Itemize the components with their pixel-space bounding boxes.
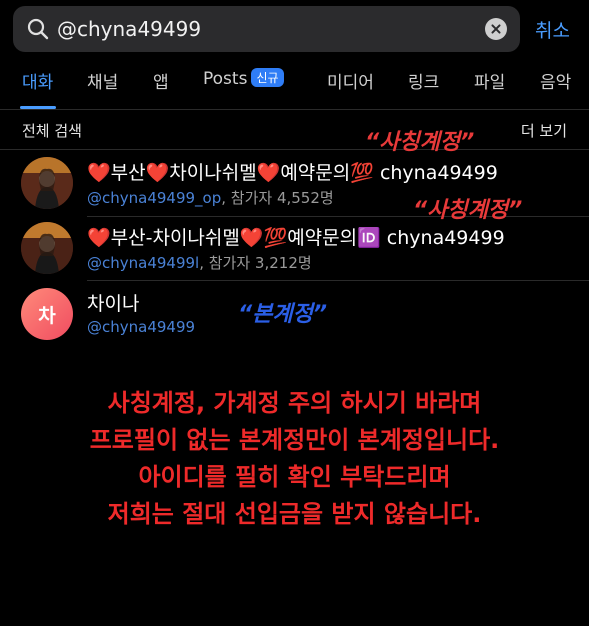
divider	[0, 109, 589, 110]
avatar	[21, 222, 73, 274]
result-subtitle: @chyna49499_op, 참가자 4,552명	[87, 187, 334, 208]
notice-line: 프로필이 없는 본계정만이 본계정입니다.	[89, 426, 500, 454]
tab-posts[interactable]: Posts 신규	[203, 68, 284, 89]
tab-media[interactable]: 미디어	[327, 68, 374, 93]
search-bar[interactable]: @chyna49499	[13, 6, 520, 52]
clear-icon[interactable]	[485, 18, 507, 40]
tab-links[interactable]: 링크	[408, 68, 439, 93]
result-title: ❤️부산❤️차이나쉬멜❤️예약문의💯 chyna49499	[87, 162, 498, 184]
result-member-count: , 참가자 3,212명	[199, 254, 312, 272]
section-title: 전체 검색	[22, 122, 82, 140]
search-icon	[27, 18, 49, 40]
see-more-link[interactable]: 더 보기	[521, 120, 567, 141]
new-badge: 신규	[251, 68, 284, 87]
search-result-row[interactable]: ❤️부산-차이나쉬멜❤️💯예약문의🆔 chyna49499 @chyna4949…	[0, 217, 589, 279]
divider	[0, 149, 589, 150]
tab-files[interactable]: 파일	[474, 68, 505, 93]
tab-apps[interactable]: 앱	[153, 68, 169, 93]
avatar-photo	[21, 157, 73, 209]
cancel-button[interactable]: 취소	[535, 16, 570, 43]
result-title: 차이나	[87, 293, 140, 315]
search-input[interactable]: @chyna49499	[57, 17, 485, 41]
tab-channels[interactable]: 채널	[87, 68, 118, 93]
result-title: ❤️부산-차이나쉬멜❤️💯예약문의🆔 chyna49499	[87, 227, 505, 249]
warning-notice: 사칭계정, 가계정 주의 하시기 바라며 프로필이 없는 본계정만이 본계정입니…	[0, 385, 589, 533]
result-handle: @chyna49499	[87, 318, 196, 336]
fake-account-label: “사칭계정”	[413, 198, 523, 223]
avatar	[21, 157, 73, 209]
result-member-count: , 참가자 4,552명	[221, 189, 334, 207]
result-subtitle: @chyna49499	[87, 318, 195, 336]
tab-music[interactable]: 음악	[540, 68, 571, 93]
result-subtitle: @chyna49499l, 참가자 3,212명	[87, 252, 312, 273]
avatar-photo	[21, 222, 73, 274]
real-account-label: “본계정”	[238, 302, 328, 327]
tab-posts-label: Posts	[203, 69, 248, 89]
notice-line: 저희는 절대 선입금을 받지 않습니다.	[107, 500, 482, 528]
fake-account-label: “사칭계정”	[365, 130, 475, 155]
avatar: 차	[21, 288, 73, 340]
result-handle: @chyna49499l	[87, 254, 200, 272]
result-handle: @chyna49499_op	[87, 189, 222, 207]
tab-chats[interactable]: 대화	[22, 68, 53, 93]
notice-line: 사칭계정, 가계정 주의 하시기 바라며	[107, 389, 482, 417]
tab-bar: 대화 채널 앱 Posts 신규 미디어 링크 파일 음악	[0, 62, 589, 109]
divider	[87, 280, 589, 281]
notice-line: 아이디를 필히 확인 부탁드리며	[138, 463, 451, 491]
